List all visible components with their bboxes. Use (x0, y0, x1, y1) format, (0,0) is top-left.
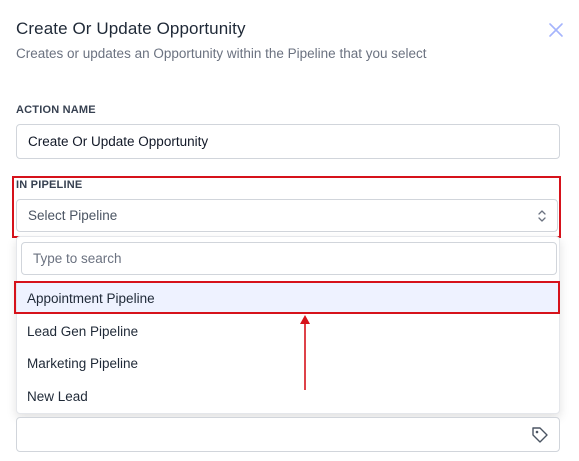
modal-subtitle: Creates or updates an Opportunity within… (16, 46, 427, 61)
action-name-input[interactable]: Create Or Update Opportunity (16, 124, 560, 159)
tag-icon (531, 426, 549, 444)
action-name-value: Create Or Update Opportunity (28, 134, 209, 149)
close-icon[interactable] (547, 21, 565, 39)
tag-input[interactable] (16, 417, 560, 452)
modal-title: Create Or Update Opportunity (16, 19, 246, 38)
annotation-arrow-icon (300, 315, 310, 390)
pipeline-select-placeholder: Select Pipeline (28, 208, 118, 223)
action-name-label: ACTION NAME (16, 104, 96, 116)
pipeline-search-input[interactable]: Type to search (21, 242, 557, 275)
pipeline-select[interactable]: Select Pipeline (16, 199, 558, 232)
option-label: Lead Gen Pipeline (27, 323, 139, 339)
option-label: Marketing Pipeline (27, 355, 139, 371)
option-lead-gen-pipeline[interactable]: Lead Gen Pipeline (17, 315, 559, 347)
pipeline-dropdown: Type to search Appointment Pipeline Lead… (16, 236, 560, 414)
option-appointment-pipeline[interactable]: Appointment Pipeline (17, 282, 559, 314)
close-button[interactable] (547, 21, 565, 39)
option-label: Appointment Pipeline (27, 290, 155, 306)
pipeline-search-placeholder: Type to search (33, 251, 122, 266)
chevron-up-down-icon (537, 209, 547, 223)
pipeline-label: IN PIPELINE (16, 179, 83, 191)
option-marketing-pipeline[interactable]: Marketing Pipeline (17, 347, 559, 379)
option-label: New Lead (27, 388, 88, 404)
option-new-lead[interactable]: New Lead (17, 380, 559, 412)
